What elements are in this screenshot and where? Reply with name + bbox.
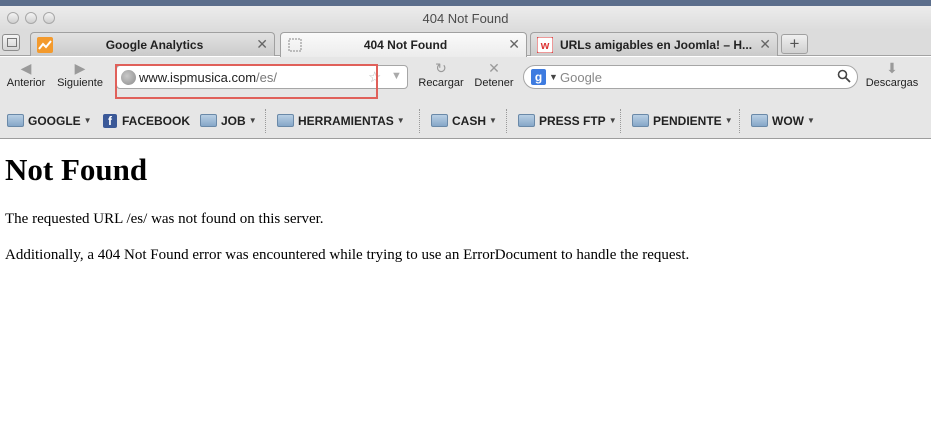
back-button[interactable]: ◀ Anterior xyxy=(4,59,48,89)
forward-label: Siguiente xyxy=(57,77,103,89)
search-icon[interactable] xyxy=(837,69,851,86)
page-title: Not Found xyxy=(5,152,148,187)
reload-icon: ↻ xyxy=(435,60,447,76)
title-bar: 404 Not Found xyxy=(0,6,931,30)
folder-icon xyxy=(277,114,294,128)
chevron-down-icon: ▼ xyxy=(807,116,815,126)
bookmark-folder-pendiente[interactable]: PENDIENTE ▼ xyxy=(632,112,733,130)
tab-bar: Google Analytics ✕ 404 Not Found ✕ w URL… xyxy=(0,30,931,57)
folder-icon xyxy=(751,114,768,128)
bookmark-label: WOW xyxy=(772,113,804,128)
chevron-down-icon: ▼ xyxy=(724,116,733,126)
bookmark-separator xyxy=(419,109,420,133)
analytics-favicon-icon xyxy=(37,37,53,53)
bookmark-label: GOOGLE xyxy=(28,113,81,128)
additional-error-message: Additionally, a 404 Not Found error was … xyxy=(5,247,690,263)
chevron-down-icon: ▼ xyxy=(608,116,617,126)
svg-text:w: w xyxy=(540,40,550,52)
stop-button[interactable]: ✕ Detener xyxy=(471,59,517,89)
reload-button[interactable]: ↻ Recargar xyxy=(416,59,466,89)
forward-arrow-icon: ▶ xyxy=(74,60,86,76)
bookmark-label: JOB xyxy=(221,113,246,128)
bookmark-label: HERRAMIENTAS xyxy=(298,113,394,128)
bookmark-separator xyxy=(620,109,621,133)
close-tab-icon[interactable]: ✕ xyxy=(508,36,520,53)
tab-urls-amigables[interactable]: w URLs amigables en Joomla! – H... ✕ xyxy=(530,32,778,56)
folder-icon xyxy=(632,114,649,128)
close-tab-icon[interactable]: ✕ xyxy=(759,36,771,53)
error-message: The requested URL /es/ was not found on … xyxy=(5,211,324,227)
facebook-icon: f xyxy=(103,113,117,128)
folder-icon xyxy=(200,114,217,128)
new-tab-button[interactable]: + xyxy=(781,34,808,54)
bookmark-separator xyxy=(265,109,266,133)
tab-label: URLs amigables en Joomla! – H... xyxy=(559,38,753,52)
download-arrow-icon: ⬇ xyxy=(886,60,898,76)
search-bar[interactable]: g ▼ Google xyxy=(523,65,858,89)
search-engine-dropdown-icon[interactable]: ▼ xyxy=(549,72,558,82)
back-arrow-icon: ◀ xyxy=(20,60,32,76)
page-content: Not Found The requested URL /es/ was not… xyxy=(0,140,931,430)
stop-icon: ✕ xyxy=(488,60,500,76)
url-highlight-box xyxy=(115,64,378,99)
bookmark-label: PRESS FTP xyxy=(539,113,606,128)
tab-404-not-found[interactable]: 404 Not Found ✕ xyxy=(280,32,527,57)
url-history-dropdown-icon[interactable]: ▼ xyxy=(391,70,402,82)
bookmark-folder-cash[interactable]: CASH ▼ xyxy=(431,112,497,130)
bookmark-label: PENDIENTE xyxy=(653,113,722,128)
window-title: 404 Not Found xyxy=(422,11,509,26)
back-label: Anterior xyxy=(6,77,46,89)
bookmark-folder-wow[interactable]: WOW ▼ xyxy=(751,112,815,130)
chevron-down-icon: ▼ xyxy=(83,116,92,126)
bookmark-separator xyxy=(739,109,740,133)
chevron-down-icon: ▼ xyxy=(248,116,257,126)
tab-google-analytics[interactable]: Google Analytics ✕ xyxy=(30,32,275,56)
blank-page-icon xyxy=(287,37,303,53)
chevron-down-icon: ▼ xyxy=(396,116,405,126)
bookmark-label: FACEBOOK xyxy=(122,113,191,128)
tab-overview-button[interactable] xyxy=(2,34,20,51)
bookmark-facebook[interactable]: f FACEBOOK xyxy=(103,112,190,130)
tab-label: 404 Not Found xyxy=(363,38,448,52)
folder-icon xyxy=(518,114,535,128)
reload-label: Recargar xyxy=(418,77,464,89)
bookmark-folder-press-ftp[interactable]: PRESS FTP ▼ xyxy=(518,112,617,130)
bookmark-folder-google[interactable]: GOOGLE ▼ xyxy=(7,112,92,130)
bookmark-separator xyxy=(506,109,507,133)
folder-icon xyxy=(7,114,24,128)
w-favicon-icon: w xyxy=(536,36,554,54)
chevron-down-icon: ▼ xyxy=(489,116,497,126)
bookmark-label: CASH xyxy=(452,113,487,128)
tab-label: Google Analytics xyxy=(105,38,204,52)
stop-label: Detener xyxy=(474,77,514,89)
bookmark-folder-herramientas[interactable]: HERRAMIENTAS ▼ xyxy=(277,112,405,130)
search-input[interactable]: Google xyxy=(560,70,602,85)
close-tab-icon[interactable]: ✕ xyxy=(256,36,268,53)
forward-button[interactable]: ▶ Siguiente xyxy=(54,59,106,89)
bookmarks-toolbar: GOOGLE ▼ f FACEBOOK JOB ▼ HERRAMIENTAS ▼ CAS… xyxy=(0,101,931,139)
folder-icon xyxy=(431,114,448,128)
google-logo-icon[interactable]: g xyxy=(531,69,546,85)
bookmark-folder-job[interactable]: JOB ▼ xyxy=(200,112,257,130)
downloads-label: Descargas xyxy=(865,77,919,89)
downloads-button[interactable]: ⬇ Descargas xyxy=(864,59,920,89)
